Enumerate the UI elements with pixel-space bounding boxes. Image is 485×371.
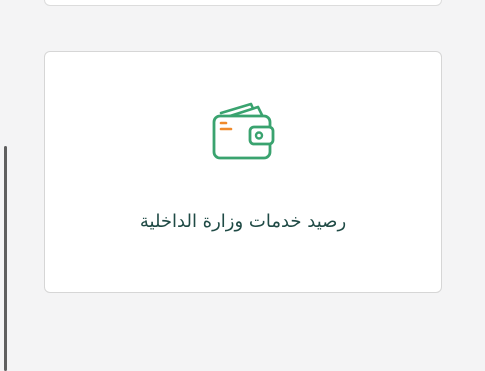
service-card-previous[interactable] bbox=[44, 0, 442, 6]
wallet-icon bbox=[212, 102, 275, 160]
card-label: رصيد خدمات وزارة الداخلية bbox=[139, 211, 347, 232]
vertical-scrollbar[interactable] bbox=[4, 146, 7, 371]
service-card-moi-balance[interactable]: رصيد خدمات وزارة الداخلية bbox=[44, 51, 442, 293]
page: رصيد خدمات وزارة الداخلية bbox=[0, 0, 485, 371]
